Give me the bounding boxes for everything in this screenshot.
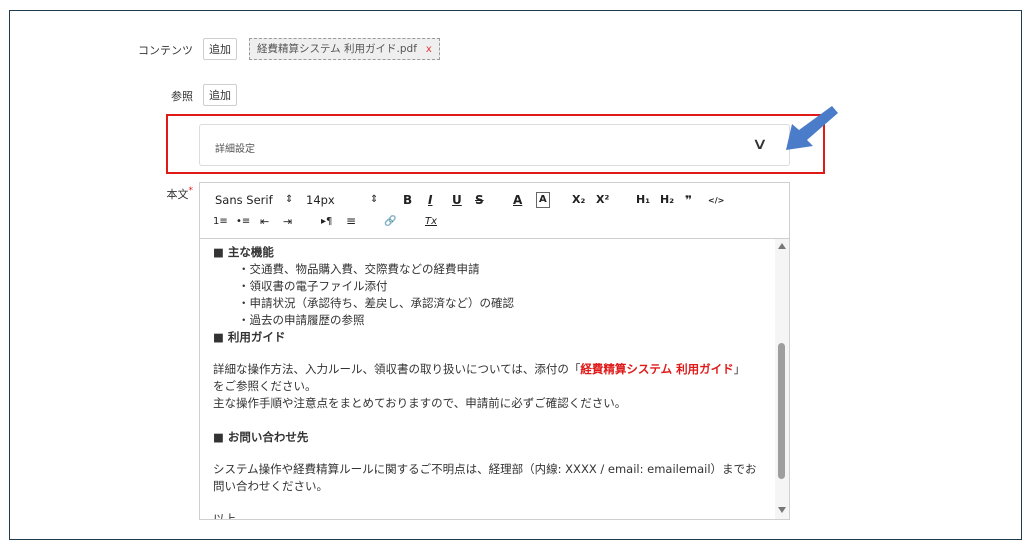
contact-paragraph-line: 問い合わせください。 <box>213 479 328 493</box>
underline-button[interactable]: U <box>452 193 462 207</box>
add-reference-button[interactable]: 追加 <box>203 84 237 106</box>
background-color-button[interactable]: A <box>536 192 550 208</box>
guide-text: 詳細な操作方法、入力ルール、領収書の取り扱いについては、添付の「 <box>213 362 581 376</box>
editor-content[interactable]: ■ 主な機能 ・交通費、物品購入費、交際費などの経費申請 ・領収書の電子ファイル… <box>200 239 775 519</box>
remove-attachment-icon[interactable]: x <box>426 44 432 55</box>
scrollbar-thumb[interactable] <box>778 343 785 479</box>
body-label-text: 本文 <box>166 188 189 201</box>
attachment-chip[interactable]: 経費精算システム 利用ガイド.pdf x <box>249 38 440 60</box>
annotation-arrow-icon <box>786 106 838 150</box>
advanced-settings-panel[interactable]: 詳細設定 ∨ <box>199 124 790 166</box>
italic-button[interactable]: I <box>428 193 432 207</box>
contents-label: コンテンツ <box>138 44 193 57</box>
heading2-button[interactable]: H₂ <box>660 193 674 207</box>
closing-text: 以上 <box>213 512 236 519</box>
guide-paragraph-line: をご参照ください。 <box>213 379 317 393</box>
code-block-button[interactable]: </> <box>708 194 724 208</box>
contact-paragraph-line: システム操作や経費精算ルールに関するご不明点は、経理部（内線: XXXX / e… <box>213 462 757 476</box>
scroll-up-icon[interactable] <box>778 243 786 249</box>
guide-paragraph-line: 主な操作手順や注意点をまとめておりますので、申請前に必ずご確認ください。 <box>213 396 627 410</box>
outdent-button[interactable]: ⇤ <box>260 215 269 229</box>
subscript-button[interactable]: X₂ <box>572 193 585 207</box>
blockquote-button[interactable]: ❞ <box>685 193 692 207</box>
feature-item: ・申請状況（承認待ち、差戻し、承認済など）の確認 <box>238 296 514 310</box>
rich-text-editor[interactable]: Sans Serif ⇕ 14px ⇕ B I U S A A X₂ X² H₁… <box>199 182 790 520</box>
font-select-arrow-icon: ⇕ <box>285 194 294 205</box>
strike-button[interactable]: S <box>475 193 484 207</box>
text-color-button[interactable]: A <box>513 193 522 207</box>
bold-button[interactable]: B <box>403 193 412 207</box>
guide-document-name: 経費精算システム 利用ガイド <box>580 362 734 376</box>
guide-text-end: 」 <box>733 362 746 376</box>
guide-paragraph-line: 詳細な操作方法、入力ルール、領収書の取り扱いについては、添付の「経費精算システム… <box>213 361 745 377</box>
attachment-name: 経費精算システム 利用ガイド.pdf <box>257 43 417 55</box>
advanced-settings-title: 詳細設定 <box>215 144 255 155</box>
guide-heading: ■ 利用ガイド <box>213 330 286 344</box>
editor-scrollbar[interactable] <box>775 239 789 519</box>
bullet-list-button[interactable]: •≡ <box>236 215 250 229</box>
add-contents-button[interactable]: 追加 <box>203 38 237 60</box>
size-select-arrow-icon: ⇕ <box>370 194 379 205</box>
text-direction-button[interactable]: ▸¶ <box>321 215 332 229</box>
clean-format-button[interactable]: Tx <box>425 215 437 229</box>
required-mark: * <box>188 186 194 196</box>
scroll-down-icon[interactable] <box>778 507 786 513</box>
feature-item: ・交通費、物品購入費、交際費などの経費申請 <box>238 262 480 276</box>
ordered-list-button[interactable]: 1≡ <box>213 215 228 229</box>
features-heading: ■ 主な機能 <box>213 245 274 259</box>
superscript-button[interactable]: X² <box>596 193 609 207</box>
reference-label: 参照 <box>171 90 193 103</box>
align-button[interactable]: ≡ <box>346 214 356 228</box>
chevron-down-icon[interactable]: ∨ <box>752 134 768 153</box>
font-family-select[interactable]: Sans Serif <box>215 193 273 207</box>
body-label: 本文* <box>133 186 194 202</box>
editor-toolbar: Sans Serif ⇕ 14px ⇕ B I U S A A X₂ X² H₁… <box>200 183 789 239</box>
indent-button[interactable]: ⇥ <box>283 215 292 229</box>
feature-item: ・過去の申請履歴の参照 <box>238 313 365 327</box>
heading1-button[interactable]: H₁ <box>636 193 650 207</box>
link-icon[interactable]: 🔗 <box>384 215 396 229</box>
contact-heading: ■ お問い合わせ先 <box>213 430 309 444</box>
font-size-select[interactable]: 14px <box>306 193 335 207</box>
feature-item: ・領収書の電子ファイル添付 <box>238 279 388 293</box>
